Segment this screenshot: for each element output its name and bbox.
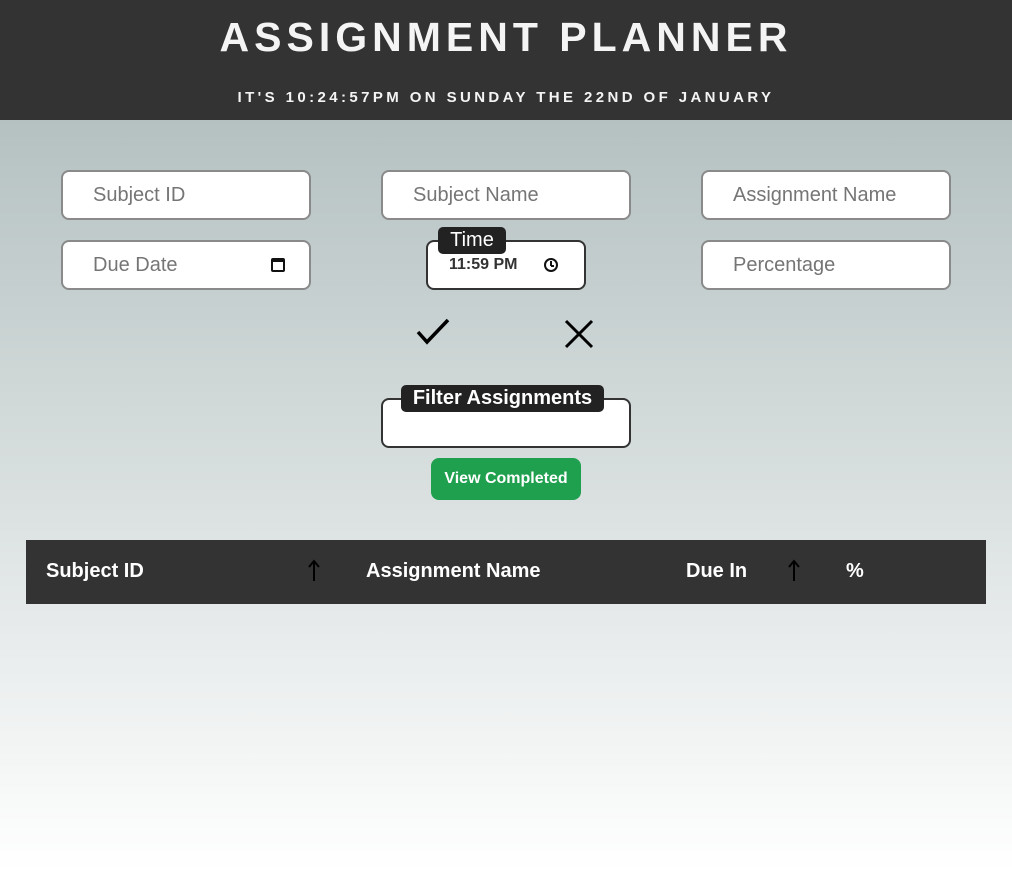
assignment-name-input[interactable]: [703, 172, 949, 218]
subject-id-input[interactable]: [63, 172, 309, 218]
page-title: ASSIGNMENT PLANNER: [219, 14, 793, 60]
time-label: Time: [438, 227, 506, 254]
current-datetime: IT'S 10:24:57PM ON SUNDAY THE 22ND OF JA…: [237, 89, 775, 106]
subject-name-input[interactable]: [383, 172, 629, 218]
filter-label: Filter Assignments: [401, 385, 604, 412]
calendar-icon[interactable]: [271, 258, 285, 272]
column-header-subject-id[interactable]: Subject ID: [46, 560, 144, 583]
assignment-name-field[interactable]: [701, 170, 951, 220]
sort-due-in-arrow-up-icon[interactable]: [786, 558, 802, 584]
subject-name-field[interactable]: [381, 170, 631, 220]
cancel-button[interactable]: [560, 316, 600, 352]
column-header-percentage: %: [846, 560, 864, 582]
percentage-input[interactable]: [703, 242, 949, 288]
time-value[interactable]: 11:59 PM: [449, 256, 517, 274]
confirm-button[interactable]: [414, 316, 454, 350]
column-header-due-in[interactable]: Due In: [686, 560, 747, 583]
percentage-field[interactable]: [701, 240, 951, 290]
column-header-assignment-name: Assignment Name: [366, 560, 541, 582]
subject-id-field[interactable]: [61, 170, 311, 220]
assignments-table-header: Subject ID Assignment Name Due In %: [26, 540, 986, 604]
clock-icon[interactable]: [544, 258, 558, 272]
sort-subject-id-arrow-up-icon[interactable]: [306, 558, 322, 584]
view-completed-button[interactable]: View Completed: [431, 458, 581, 500]
close-icon: [564, 319, 594, 349]
page-header: ASSIGNMENT PLANNER IT'S 10:24:57PM ON SU…: [0, 0, 1012, 120]
due-date-field[interactable]: [61, 240, 311, 290]
check-icon: [416, 318, 450, 345]
